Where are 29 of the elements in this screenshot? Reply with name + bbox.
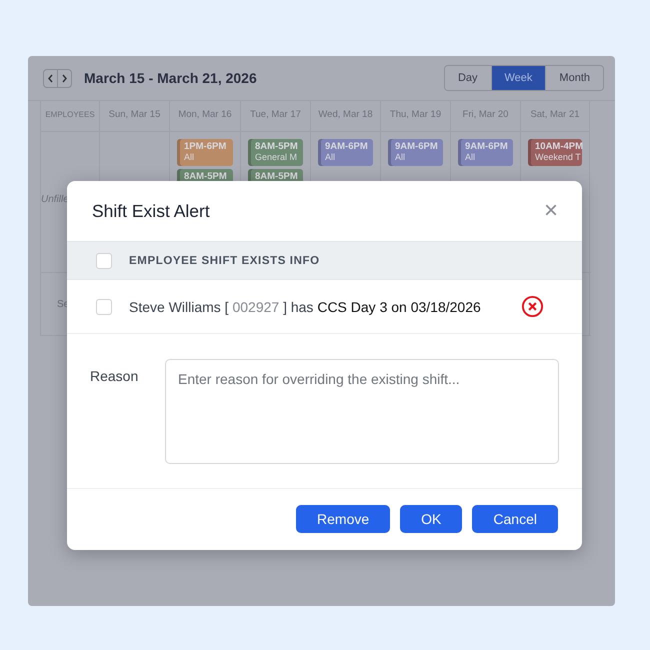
remove-icon[interactable]: [520, 295, 544, 318]
column-header: Sat, Mar 21: [521, 101, 590, 132]
column-header: EMPLOYEES: [40, 101, 100, 132]
week-nav[interactable]: [43, 68, 72, 88]
view-tab[interactable]: Week: [490, 66, 546, 90]
column-header: Tue, Mar 17: [241, 101, 311, 132]
shift-event[interactable]: 9AM-6PM All: [458, 139, 513, 166]
checkbox[interactable]: [96, 252, 112, 268]
shift-conflict-text: Steve Williams [ 002927 ] has CCS Day 3 on 03/18/2026: [129, 298, 481, 314]
column-header: Thu, Mar 19: [381, 101, 451, 132]
action-button[interactable]: OK: [400, 505, 462, 533]
date-range-title: March 15 - March 21, 2026: [84, 70, 258, 86]
shift-event[interactable]: 8AM-5PM General M: [248, 139, 303, 166]
column-header: Mon, Mar 16: [170, 101, 241, 132]
shift-event[interactable]: 9AM-6PM All: [318, 139, 373, 166]
view-tab[interactable]: Month: [545, 66, 603, 90]
checkbox[interactable]: [96, 298, 112, 314]
action-button[interactable]: Remove: [296, 505, 390, 533]
column-header: Fri, Mar 20: [451, 101, 521, 132]
action-button[interactable]: Cancel: [472, 505, 558, 533]
column-header: EMPLOYEE SHIFT EXISTS INFO: [129, 254, 320, 266]
reason-field[interactable]: Enter reason for overriding the existing shift...: [165, 359, 559, 464]
reason-label: Reason: [90, 367, 140, 386]
close-button[interactable]: ×: [544, 199, 558, 223]
shift-event[interactable]: 9AM-6PM All: [388, 139, 443, 166]
shift-event[interactable]: 1PM-6PM All: [177, 139, 233, 166]
column-header: Wed, Mar 18: [311, 101, 381, 132]
column-header: Sun, Mar 15: [100, 101, 170, 132]
dialog-title: Shift Exist Alert: [92, 200, 210, 222]
